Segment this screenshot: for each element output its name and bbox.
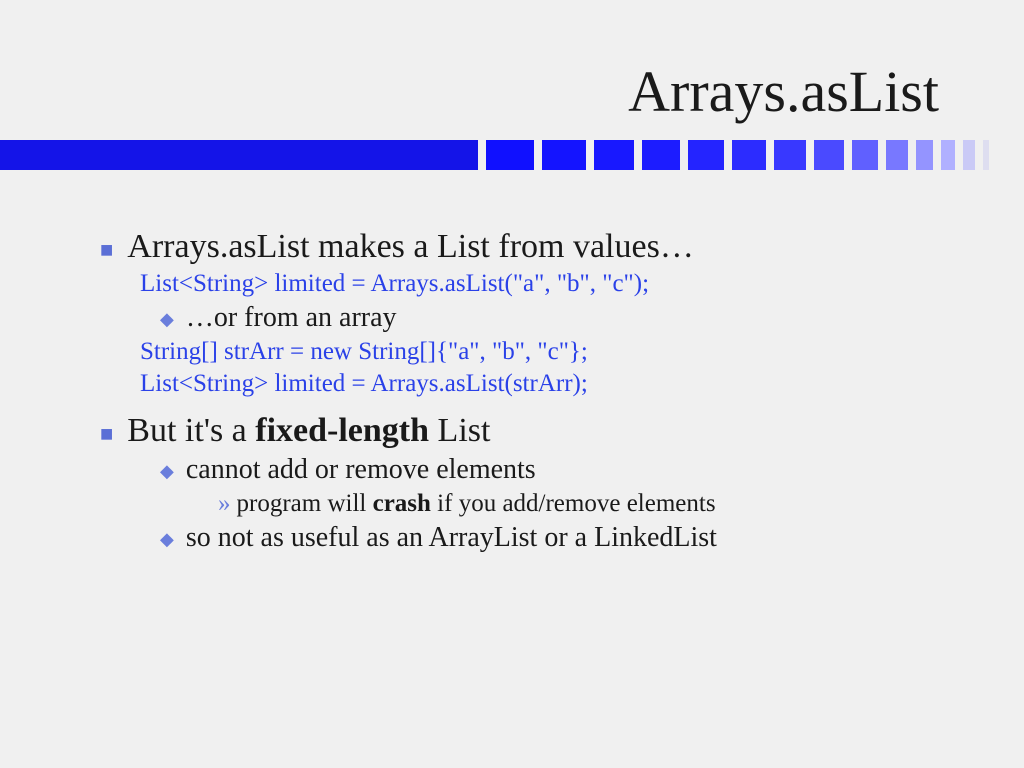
bullet-level2: ◆ cannot add or remove elements	[160, 454, 930, 486]
text-fragment: program will	[237, 490, 373, 517]
square-bullet-icon: ■	[100, 421, 113, 447]
slide-content: ■ Arrays.asList makes a List from values…	[100, 228, 930, 558]
bullet-text: cannot add or remove elements	[186, 454, 536, 486]
bar-segment	[542, 140, 586, 170]
bar-segment	[941, 140, 955, 170]
text-bold: crash	[373, 490, 431, 517]
bar-segment	[963, 140, 975, 170]
bar-segment	[642, 140, 680, 170]
bar-segment	[688, 140, 724, 170]
bar-segment	[886, 140, 908, 170]
bar-segment	[916, 140, 933, 170]
bullet-text: But it's a fixed-length List	[127, 412, 490, 450]
diamond-bullet-icon: ◆	[160, 529, 174, 550]
bullet-level1: ■ But it's a fixed-length List	[100, 412, 930, 450]
text-bold: fixed-length	[255, 412, 429, 449]
bar-long-segment	[0, 140, 478, 170]
diamond-bullet-icon: ◆	[160, 309, 174, 330]
bar-segment	[983, 140, 989, 170]
bullet-text: so not as useful as an ArrayList or a Li…	[186, 522, 717, 554]
bullet-level2: ◆ …or from an array	[160, 302, 930, 334]
text-fragment: But it's a	[127, 412, 255, 449]
text-fragment: List	[429, 412, 490, 449]
bar-segment	[732, 140, 766, 170]
text-fragment: if you add/remove elements	[431, 490, 716, 517]
slide-title: Arrays.asList	[628, 58, 939, 125]
bullet-level3: » program will crash if you add/remove e…	[218, 490, 930, 518]
bar-segment	[814, 140, 844, 170]
bullet-text: program will crash if you add/remove ele…	[237, 490, 716, 518]
bullet-level1: ■ Arrays.asList makes a List from values…	[100, 228, 930, 266]
bar-segment	[852, 140, 878, 170]
arrow-bullet-icon: »	[218, 490, 231, 518]
code-line: List<String> limited = Arrays.asList(str…	[140, 370, 930, 398]
bullet-text: …or from an array	[186, 302, 397, 334]
diamond-bullet-icon: ◆	[160, 461, 174, 482]
code-line: List<String> limited = Arrays.asList("a"…	[140, 270, 930, 298]
bullet-text: Arrays.asList makes a List from values…	[127, 228, 694, 266]
bar-segment	[594, 140, 634, 170]
bullet-level2: ◆ so not as useful as an ArrayList or a …	[160, 522, 930, 554]
bar-segment	[486, 140, 534, 170]
slide: Arrays.asList ■ Arrays.asList makes a Li…	[0, 0, 1024, 768]
decorative-bar	[0, 140, 1024, 170]
square-bullet-icon: ■	[100, 237, 113, 263]
bar-segment	[774, 140, 806, 170]
code-line: String[] strArr = new String[]{"a", "b",…	[140, 338, 930, 366]
